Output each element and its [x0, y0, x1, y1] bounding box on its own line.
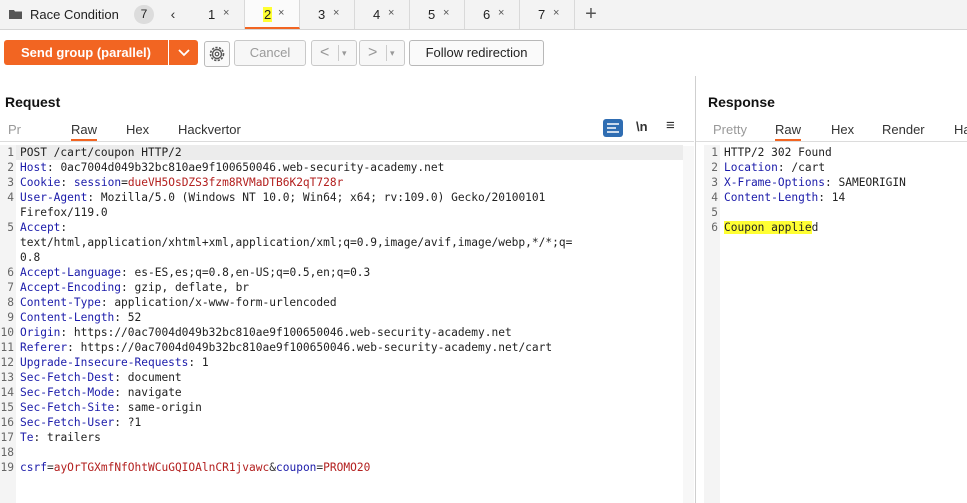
tab-pretty[interactable]: Pr	[8, 122, 21, 137]
tab-render[interactable]: Render	[882, 122, 925, 137]
close-icon[interactable]: ×	[498, 7, 504, 19]
tab-label: 2	[263, 7, 273, 22]
tab-label: 5	[428, 7, 436, 22]
chevron-left-icon: <	[320, 44, 330, 61]
tab-7[interactable]: 7 ×	[520, 0, 575, 29]
chevron-left-icon[interactable]: ‹	[166, 5, 180, 23]
toolbar: Send group (parallel) Cancel < ▾ > ▾ Fol…	[0, 30, 967, 75]
close-icon[interactable]: ×	[553, 7, 559, 19]
tab-raw[interactable]: Raw	[775, 122, 802, 141]
plus-icon[interactable]: +	[582, 3, 600, 25]
chevron-right-icon: >	[368, 44, 378, 61]
request-scrollbar[interactable]	[683, 146, 694, 503]
previous-button[interactable]: < ▾	[311, 40, 357, 66]
newline-toggle-icon[interactable]: \n	[636, 119, 648, 134]
tab-hex[interactable]: Hex	[126, 122, 149, 137]
tab-label: 1	[208, 7, 216, 22]
pretty-print-icon[interactable]	[603, 119, 623, 137]
send-options-dropdown[interactable]	[169, 40, 198, 65]
tab-6[interactable]: 6 ×	[465, 0, 520, 29]
tab-2[interactable]: 2 ×	[245, 0, 300, 29]
folder-icon	[9, 10, 22, 19]
tab-label: 6	[483, 7, 491, 22]
repeater-tab-bar: Race Condition 7 ‹ 1 × 2 × 3 × 4 × 5 × 6…	[0, 0, 967, 30]
tab-raw[interactable]: Raw	[71, 122, 98, 141]
tab-group-count-badge: 7	[134, 5, 154, 24]
response-title: Response	[708, 94, 775, 110]
request-title: Request	[5, 94, 61, 110]
cancel-button[interactable]: Cancel	[234, 40, 306, 66]
close-icon[interactable]: ×	[333, 7, 339, 19]
response-editor[interactable]: 1 HTTP/2 302 Found 2 Location: /cart 3 X-Fr…	[704, 145, 967, 503]
tab-hackvertor[interactable]: Hackvertor	[178, 122, 241, 137]
tab-hex[interactable]: Hex	[831, 122, 854, 137]
tab-group-name: Race Condition	[30, 7, 119, 22]
chevron-down-icon	[177, 49, 190, 57]
tab-label: 3	[318, 7, 326, 22]
tab-hackvertor[interactable]: Ha	[954, 122, 967, 137]
tab-1[interactable]: 1 ×	[190, 0, 245, 29]
close-icon[interactable]: ×	[443, 7, 449, 19]
tab-3[interactable]: 3 ×	[300, 0, 355, 29]
request-editor[interactable]: 1 POST /cart/coupon HTTP/2 2 Host: 0ac7004…	[0, 145, 683, 503]
close-icon[interactable]: ×	[278, 7, 284, 19]
close-icon[interactable]: ×	[388, 7, 394, 19]
tab-4[interactable]: 4 ×	[355, 0, 410, 29]
highlighted-text: Coupon applie	[724, 221, 812, 234]
follow-redirection-button[interactable]: Follow redirection	[409, 40, 544, 66]
close-icon[interactable]: ×	[223, 7, 229, 19]
gear-icon	[209, 46, 225, 62]
send-group-button[interactable]: Send group (parallel)	[4, 40, 168, 65]
next-button[interactable]: > ▾	[359, 40, 405, 66]
tab-5[interactable]: 5 ×	[410, 0, 465, 29]
tab-label: 7	[538, 7, 546, 22]
dropdown-arrow-icon[interactable]: ▾	[342, 41, 347, 65]
menu-icon[interactable]: ≡	[666, 117, 675, 134]
tab-pretty[interactable]: Pretty	[713, 122, 747, 137]
dropdown-arrow-icon[interactable]: ▾	[390, 41, 395, 65]
tab-label: 4	[373, 7, 381, 22]
settings-button[interactable]	[204, 41, 230, 67]
